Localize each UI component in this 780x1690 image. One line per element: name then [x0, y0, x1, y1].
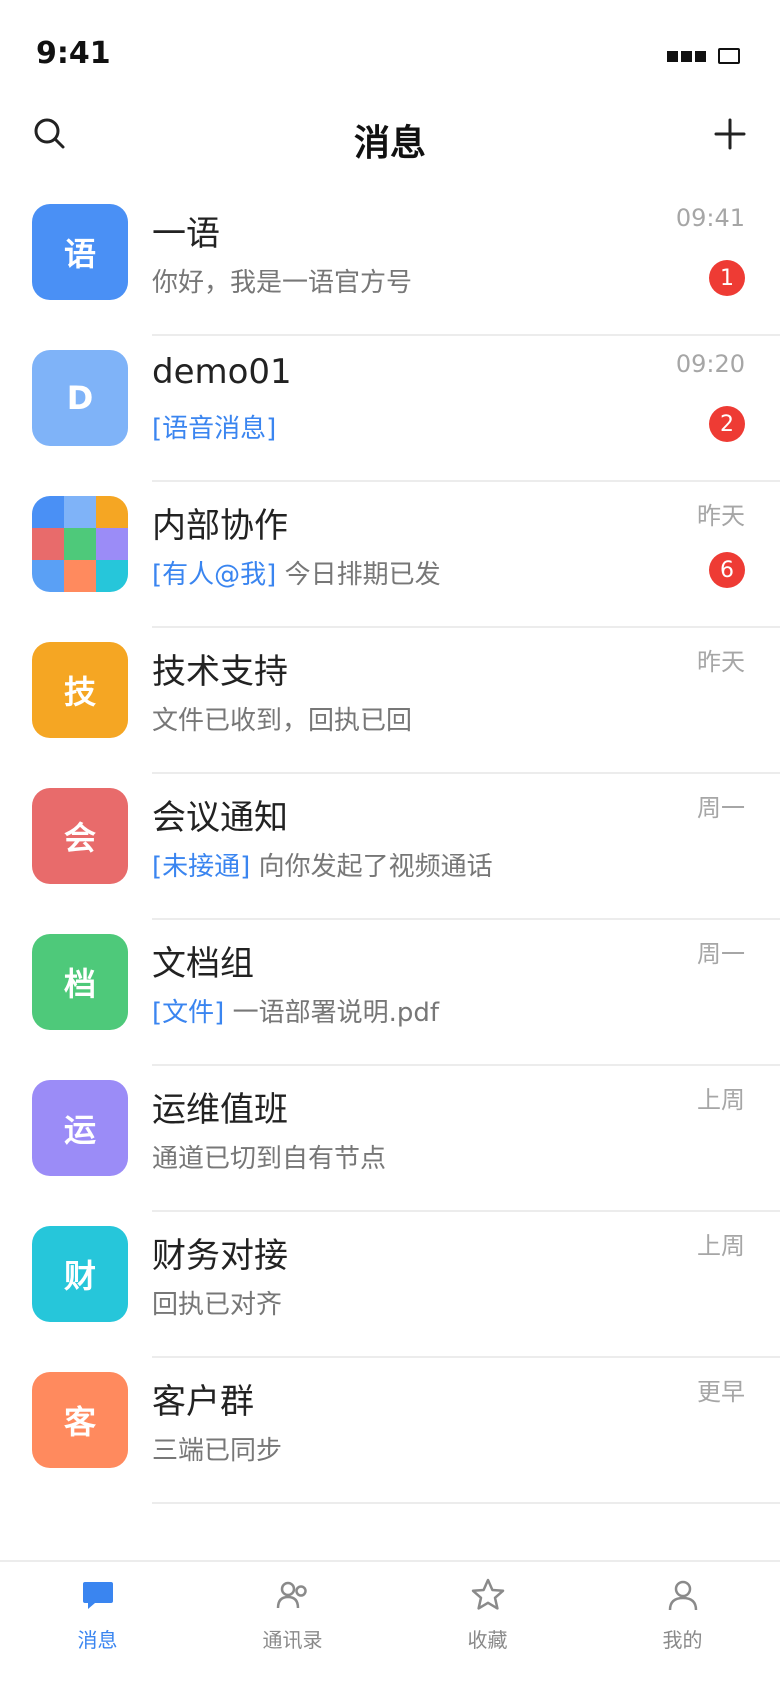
conversation-name: 会议通知 [152, 798, 288, 838]
preview-text: 三端已同步 [152, 1436, 283, 1466]
add-icon[interactable] [710, 114, 750, 154]
preview-text: 向你发起了视频通话 [258, 852, 493, 882]
user-icon [664, 1576, 702, 1614]
avatar-initial: 财 [63, 1257, 96, 1295]
status-icons [667, 48, 740, 64]
tab-star[interactable]: 收藏 [390, 1562, 585, 1690]
preview-text: 你好，我是一语官方号 [152, 268, 413, 298]
avatar[interactable]: 技 [32, 642, 128, 738]
avatar-initial: 技 [63, 673, 96, 711]
conversation-preview: 文件已收到，回执已回 [152, 700, 412, 737]
preview-text: 一语部署说明.pdf [232, 998, 439, 1028]
chat-bubble-icon [79, 1576, 117, 1614]
avatar-initial: 语 [63, 235, 96, 273]
avatar[interactable]: 会 [32, 788, 128, 884]
conversation-name: 财务对接 [152, 1236, 288, 1276]
avatar[interactable]: 运 [32, 1080, 128, 1176]
preview-tag: [有人@我] [152, 560, 277, 590]
tab-label: 消息 [77, 1628, 118, 1652]
conversation-preview: [语音消息] [152, 408, 276, 445]
conversation-preview: [未接通] 向你发起了视频通话 [152, 846, 493, 883]
conversation-name: 技术支持 [152, 652, 288, 692]
avatar[interactable]: 财 [32, 1226, 128, 1322]
avatar-initial: 客 [63, 1403, 96, 1441]
conversation-time: 周一 [697, 794, 745, 822]
tab-label: 我的 [662, 1628, 703, 1652]
battery-icon [718, 48, 740, 64]
contacts-icon [274, 1576, 312, 1614]
conversation-name: 内部协作 [152, 506, 288, 546]
conversation-preview: [有人@我] 今日排期已发 [152, 554, 441, 591]
avatar-initial: 会 [63, 819, 96, 857]
tab-bar: 消息 通讯录 收藏 我的 [0, 1560, 780, 1690]
conversation-item[interactable]: 会 会议通知 周一 [未接通] 向你发起了视频通话 [0, 774, 780, 920]
conversation-item[interactable]: 语 一语 09:41 你好，我是一语官方号 1 [0, 190, 780, 336]
conversation-item[interactable]: 运 运维值班 上周通道已切到自有节点 [0, 1066, 780, 1212]
conversation-preview: 你好，我是一语官方号 [152, 262, 412, 299]
conversation-preview: 三端已同步 [152, 1430, 282, 1467]
page-title: 消息 [353, 123, 426, 164]
conversation-time: 更早 [697, 1378, 745, 1406]
conversation-time: 09:20 [675, 350, 745, 378]
tab-contacts[interactable]: 通讯录 [195, 1562, 390, 1690]
status-time: 9:41 [36, 36, 111, 71]
preview-text: 文件已收到，回执已回 [152, 706, 413, 736]
conversation-name: 一语 [152, 214, 220, 254]
avatar[interactable]: 客 [32, 1372, 128, 1468]
conversation-time: 上周 [697, 1086, 745, 1114]
conversation-preview: [文件] 一语部署说明.pdf [152, 992, 439, 1029]
conversation-time: 周一 [697, 940, 745, 968]
conversation-item[interactable]: Ddemo01 09:20 [语音消息] 2 [0, 336, 780, 482]
tab-user[interactable]: 我的 [585, 1562, 780, 1690]
avatar-initial: 档 [63, 965, 96, 1003]
status-bar: 9:41 [0, 0, 780, 100]
unread-badge: 6 [709, 552, 745, 588]
avatar[interactable]: 语 [32, 204, 128, 300]
conversation-time: 昨天 [697, 502, 745, 530]
preview-tag: [未接通] [152, 852, 251, 882]
conversation-preview: 通道已切到自有节点 [152, 1138, 386, 1175]
conversation-item[interactable]: 财 财务对接 上周回执已对齐 [0, 1212, 780, 1358]
conversation-name: 客户群 [152, 1382, 254, 1422]
conversation-time: 昨天 [697, 648, 745, 676]
conversation-item[interactable]: 客 客户群 更早三端已同步 [0, 1358, 780, 1504]
conversation-item[interactable]: 内部协作 昨天 [有人@我] 今日排期已发 6 [0, 482, 780, 628]
star-icon [469, 1576, 507, 1614]
conversation-time: 上周 [697, 1232, 745, 1260]
preview-text: 回执已对齐 [152, 1290, 283, 1320]
tab-label: 通讯录 [262, 1628, 323, 1652]
preview-text: 今日排期已发 [284, 560, 441, 590]
conversation-name: 运维值班 [152, 1090, 288, 1130]
avatar-initial: D [66, 379, 94, 417]
row-divider [152, 1502, 780, 1504]
preview-text: 通道已切到自有节点 [152, 1144, 387, 1174]
signal-icon [667, 50, 706, 62]
avatar[interactable]: D [32, 350, 128, 446]
conversation-name: demo01 [152, 352, 292, 392]
group-avatar-icon [32, 496, 128, 592]
conversation-item[interactable]: 技 技术支持 昨天文件已收到，回执已回 [0, 628, 780, 774]
tab-label: 收藏 [467, 1628, 508, 1652]
tab-chat-bubble[interactable]: 消息 [0, 1562, 195, 1690]
unread-badge: 1 [709, 260, 745, 296]
conversation-list: 语 一语 09:41 你好，我是一语官方号 1 Ddemo01 09:20 [语音消息] 2 内部… [0, 190, 780, 1504]
conversation-name: 文档组 [152, 944, 254, 984]
preview-tag: [文件] [152, 998, 225, 1028]
avatar-initial: 运 [63, 1111, 96, 1149]
avatar[interactable] [32, 496, 128, 592]
avatar[interactable]: 档 [32, 934, 128, 1030]
conversation-preview: 回执已对齐 [152, 1284, 282, 1321]
conversation-time: 09:41 [675, 204, 745, 232]
unread-badge: 2 [709, 406, 745, 442]
conversation-item[interactable]: 档 文档组 周一 [文件] 一语部署说明.pdf [0, 920, 780, 1066]
nav-bar: 消息 [0, 100, 780, 190]
preview-tag: [语音消息] [152, 414, 277, 444]
